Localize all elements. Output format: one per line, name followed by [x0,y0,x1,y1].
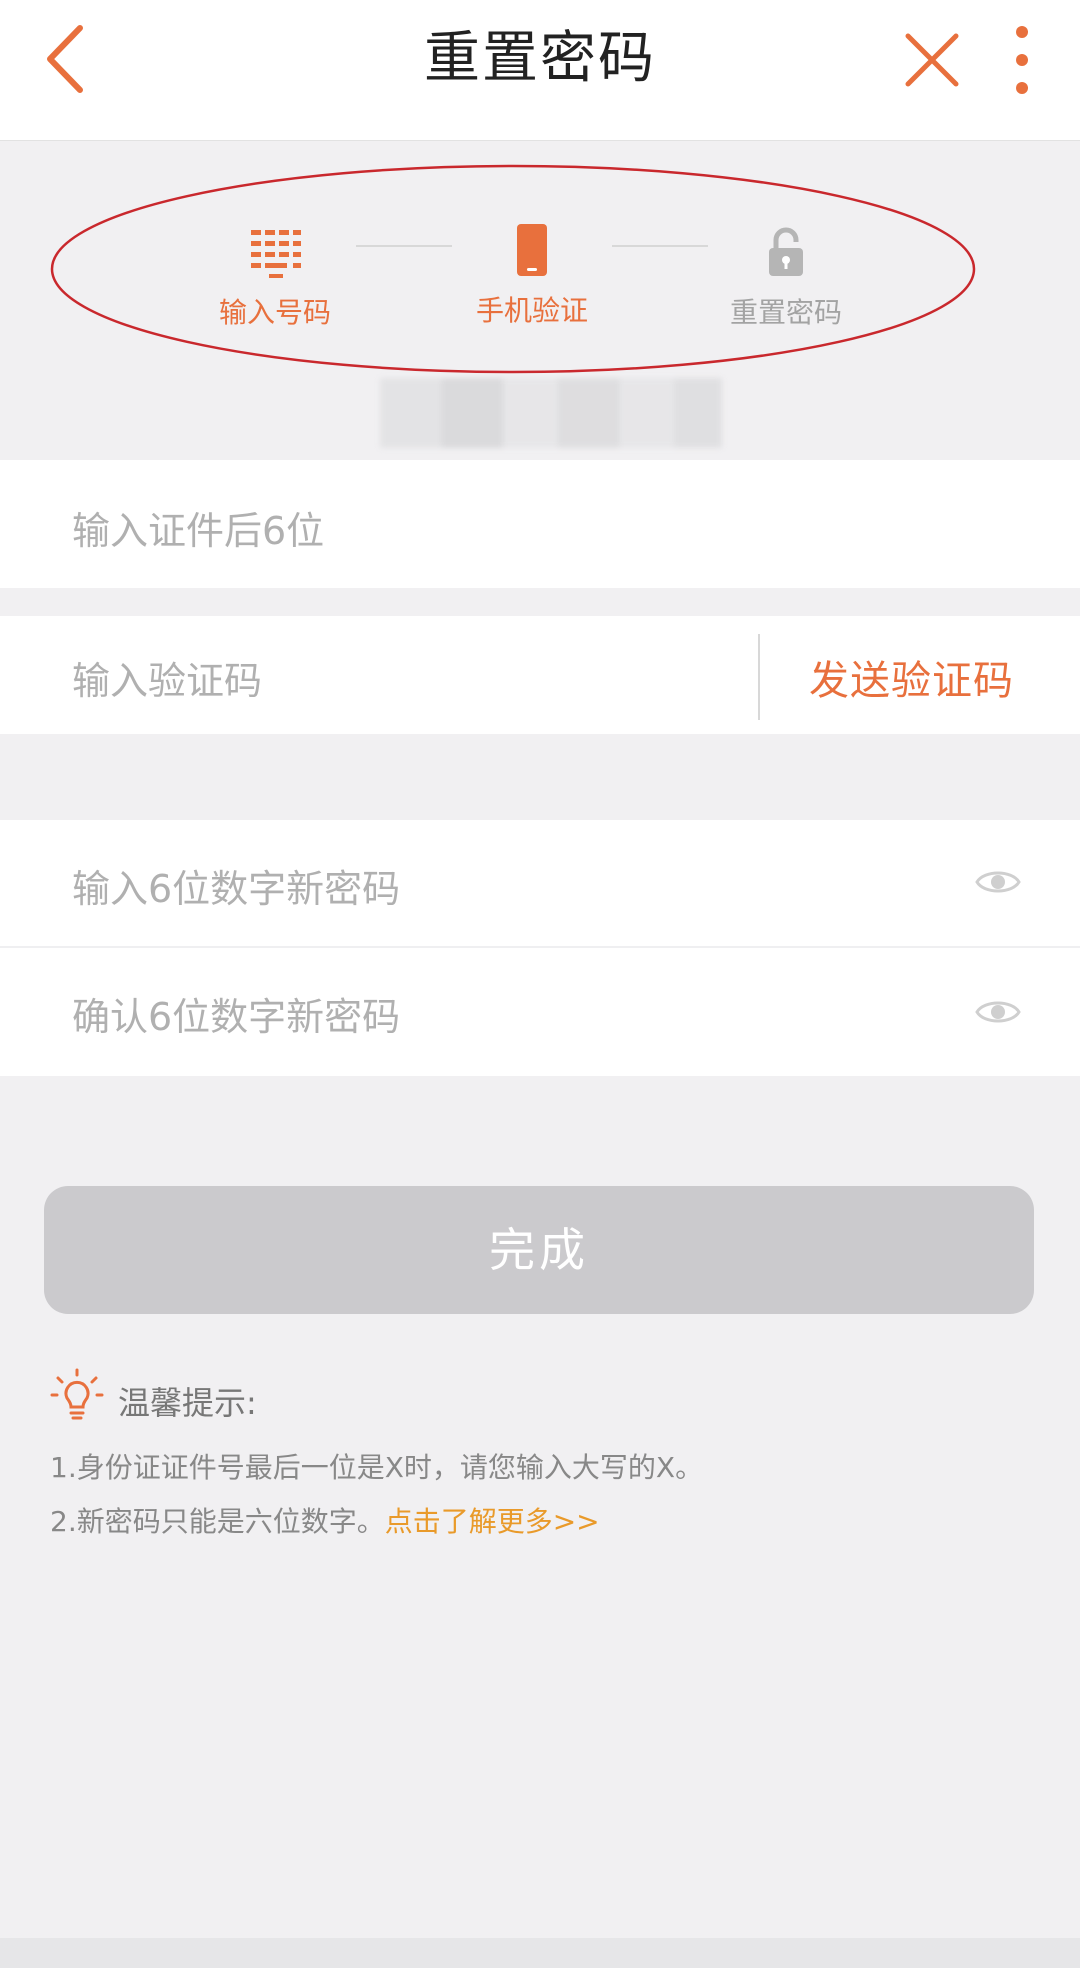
new-password-input[interactable]: 输入6位数字新密码 [72,858,400,913]
bottom-bar [0,1938,1080,1968]
tip-line: 2.新密码只能是六位数字。点击了解更多>> [50,1500,600,1540]
learn-more-link[interactable]: 点击了解更多>> [385,1505,600,1538]
new-password-row: 输入6位数字新密码 [0,820,1080,946]
tip-text: 2.新密码只能是六位数字。 [50,1505,385,1538]
confirm-password-row: 确认6位数字新密码 [0,948,1080,1076]
tips-title: 温馨提示: [118,1384,257,1422]
step-label: 重置密码 [729,296,842,329]
step-phone-verify: 手机验证 [432,220,632,328]
verification-code-input[interactable]: 输入验证码 [72,650,262,705]
top-nav-bar: 重置密码 [0,0,1080,141]
keypad-icon [251,230,301,278]
more-vertical-icon[interactable] [1000,22,1044,98]
step-label: 输入号码 [218,296,331,329]
id-last6-row[interactable]: 输入证件后6位 [0,460,1080,588]
step-label: 手机验证 [475,294,588,327]
lightbulb-icon [50,1368,104,1420]
divider [758,634,760,720]
verification-code-row: 输入验证码 发送验证码 [0,616,1080,734]
eye-icon[interactable] [974,994,1022,1030]
id-last6-input[interactable]: 输入证件后6位 [72,500,324,555]
eye-icon[interactable] [974,864,1022,900]
tip-line: 1.身份证证件号最后一位是X时，请您输入大写的X。 [50,1451,704,1484]
confirm-password-input[interactable]: 确认6位数字新密码 [72,986,400,1041]
done-button[interactable]: 完成 [44,1186,1034,1314]
phone-icon [517,224,547,276]
lock-icon [769,227,803,276]
close-icon[interactable] [900,28,964,92]
masked-phone-number [380,378,722,448]
step-enter-number: 输入号码 [175,222,375,330]
send-code-button[interactable]: 发送验证码 [809,648,1014,706]
step-reset-password: 重置密码 [686,222,886,330]
progress-steps: 输入号码 手机验证 重置密码 [0,140,1080,460]
